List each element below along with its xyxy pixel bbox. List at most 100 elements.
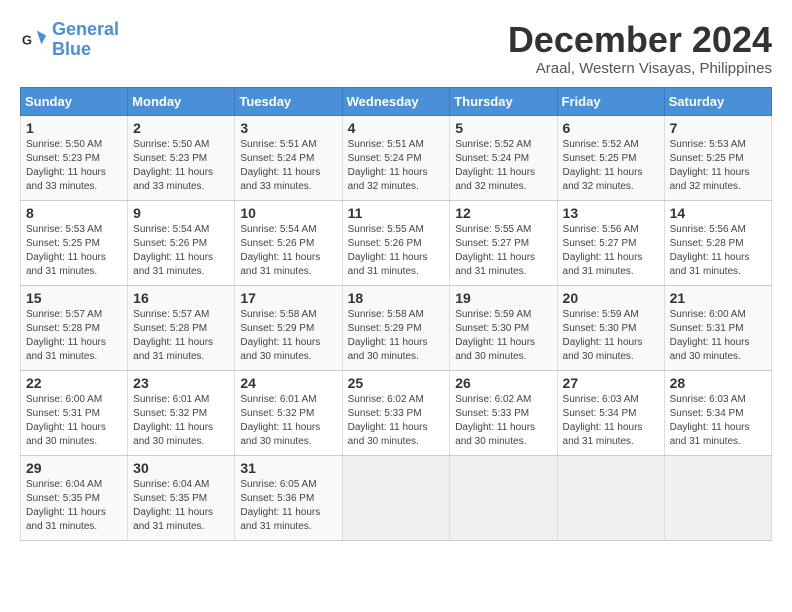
day-number: 3 (240, 120, 336, 136)
calendar-cell: 19 Sunrise: 5:59 AM Sunset: 5:30 PM Dayl… (450, 285, 557, 370)
calendar-cell: 6 Sunrise: 5:52 AM Sunset: 5:25 PM Dayli… (557, 115, 664, 200)
calendar-cell: 4 Sunrise: 5:51 AM Sunset: 5:24 PM Dayli… (342, 115, 450, 200)
calendar-cell: 14 Sunrise: 5:56 AM Sunset: 5:28 PM Dayl… (664, 200, 771, 285)
logo-icon: G (20, 26, 48, 54)
calendar-cell: 13 Sunrise: 5:56 AM Sunset: 5:27 PM Dayl… (557, 200, 664, 285)
day-info: Sunrise: 5:59 AM Sunset: 5:30 PM Dayligh… (455, 308, 551, 364)
logo-line2: Blue (52, 40, 119, 60)
day-number: 10 (240, 205, 336, 221)
calendar-cell: 30 Sunrise: 6:04 AM Sunset: 5:35 PM Dayl… (128, 455, 235, 540)
calendar-cell: 21 Sunrise: 6:00 AM Sunset: 5:31 PM Dayl… (664, 285, 771, 370)
calendar-cell: 2 Sunrise: 5:50 AM Sunset: 5:23 PM Dayli… (128, 115, 235, 200)
day-info: Sunrise: 6:00 AM Sunset: 5:31 PM Dayligh… (670, 308, 766, 364)
day-info: Sunrise: 5:53 AM Sunset: 5:25 PM Dayligh… (26, 223, 122, 279)
calendar-cell: 8 Sunrise: 5:53 AM Sunset: 5:25 PM Dayli… (21, 200, 128, 285)
calendar-cell: 10 Sunrise: 5:54 AM Sunset: 5:26 PM Dayl… (235, 200, 342, 285)
week-row-5: 29 Sunrise: 6:04 AM Sunset: 5:35 PM Dayl… (21, 455, 772, 540)
day-number: 29 (26, 460, 122, 476)
calendar-cell: 17 Sunrise: 5:58 AM Sunset: 5:29 PM Dayl… (235, 285, 342, 370)
day-info: Sunrise: 6:04 AM Sunset: 5:35 PM Dayligh… (133, 478, 229, 534)
day-number: 27 (563, 375, 659, 391)
calendar-cell: 7 Sunrise: 5:53 AM Sunset: 5:25 PM Dayli… (664, 115, 771, 200)
day-info: Sunrise: 5:57 AM Sunset: 5:28 PM Dayligh… (133, 308, 229, 364)
weekday-header-saturday: Saturday (664, 87, 771, 115)
day-info: Sunrise: 5:51 AM Sunset: 5:24 PM Dayligh… (348, 138, 445, 194)
day-number: 18 (348, 290, 445, 306)
day-number: 13 (563, 205, 659, 221)
location-subtitle: Araal, Western Visayas, Philippines (508, 60, 772, 77)
day-info: Sunrise: 5:54 AM Sunset: 5:26 PM Dayligh… (240, 223, 336, 279)
day-number: 1 (26, 120, 122, 136)
day-number: 6 (563, 120, 659, 136)
weekday-header-friday: Friday (557, 87, 664, 115)
logo-line1: General (52, 19, 119, 39)
day-number: 28 (670, 375, 766, 391)
day-info: Sunrise: 5:51 AM Sunset: 5:24 PM Dayligh… (240, 138, 336, 194)
calendar-cell: 3 Sunrise: 5:51 AM Sunset: 5:24 PM Dayli… (235, 115, 342, 200)
day-info: Sunrise: 5:59 AM Sunset: 5:30 PM Dayligh… (563, 308, 659, 364)
day-info: Sunrise: 6:03 AM Sunset: 5:34 PM Dayligh… (563, 393, 659, 449)
day-number: 12 (455, 205, 551, 221)
day-number: 9 (133, 205, 229, 221)
day-number: 24 (240, 375, 336, 391)
calendar-cell: 18 Sunrise: 5:58 AM Sunset: 5:29 PM Dayl… (342, 285, 450, 370)
logo-text: General Blue (52, 20, 119, 60)
day-number: 16 (133, 290, 229, 306)
day-number: 22 (26, 375, 122, 391)
day-info: Sunrise: 5:57 AM Sunset: 5:28 PM Dayligh… (26, 308, 122, 364)
day-number: 19 (455, 290, 551, 306)
day-number: 11 (348, 205, 445, 221)
calendar-cell (664, 455, 771, 540)
day-number: 15 (26, 290, 122, 306)
day-info: Sunrise: 6:04 AM Sunset: 5:35 PM Dayligh… (26, 478, 122, 534)
calendar-cell (557, 455, 664, 540)
calendar-cell: 5 Sunrise: 5:52 AM Sunset: 5:24 PM Dayli… (450, 115, 557, 200)
day-number: 17 (240, 290, 336, 306)
day-info: Sunrise: 5:56 AM Sunset: 5:28 PM Dayligh… (670, 223, 766, 279)
day-number: 30 (133, 460, 229, 476)
calendar-cell: 20 Sunrise: 5:59 AM Sunset: 5:30 PM Dayl… (557, 285, 664, 370)
calendar-cell: 26 Sunrise: 6:02 AM Sunset: 5:33 PM Dayl… (450, 370, 557, 455)
day-number: 5 (455, 120, 551, 136)
calendar-cell (450, 455, 557, 540)
day-info: Sunrise: 5:50 AM Sunset: 5:23 PM Dayligh… (133, 138, 229, 194)
weekday-header-thursday: Thursday (450, 87, 557, 115)
calendar-cell: 23 Sunrise: 6:01 AM Sunset: 5:32 PM Dayl… (128, 370, 235, 455)
day-info: Sunrise: 5:58 AM Sunset: 5:29 PM Dayligh… (240, 308, 336, 364)
week-row-2: 8 Sunrise: 5:53 AM Sunset: 5:25 PM Dayli… (21, 200, 772, 285)
day-info: Sunrise: 5:54 AM Sunset: 5:26 PM Dayligh… (133, 223, 229, 279)
week-row-3: 15 Sunrise: 5:57 AM Sunset: 5:28 PM Dayl… (21, 285, 772, 370)
calendar-cell: 1 Sunrise: 5:50 AM Sunset: 5:23 PM Dayli… (21, 115, 128, 200)
day-info: Sunrise: 5:52 AM Sunset: 5:24 PM Dayligh… (455, 138, 551, 194)
weekday-header-row: SundayMondayTuesdayWednesdayThursdayFrid… (21, 87, 772, 115)
day-info: Sunrise: 5:50 AM Sunset: 5:23 PM Dayligh… (26, 138, 122, 194)
day-info: Sunrise: 6:05 AM Sunset: 5:36 PM Dayligh… (240, 478, 336, 534)
week-row-1: 1 Sunrise: 5:50 AM Sunset: 5:23 PM Dayli… (21, 115, 772, 200)
calendar-cell: 28 Sunrise: 6:03 AM Sunset: 5:34 PM Dayl… (664, 370, 771, 455)
day-info: Sunrise: 6:03 AM Sunset: 5:34 PM Dayligh… (670, 393, 766, 449)
day-number: 21 (670, 290, 766, 306)
calendar-cell: 16 Sunrise: 5:57 AM Sunset: 5:28 PM Dayl… (128, 285, 235, 370)
calendar-cell: 31 Sunrise: 6:05 AM Sunset: 5:36 PM Dayl… (235, 455, 342, 540)
calendar-cell: 15 Sunrise: 5:57 AM Sunset: 5:28 PM Dayl… (21, 285, 128, 370)
day-info: Sunrise: 6:01 AM Sunset: 5:32 PM Dayligh… (240, 393, 336, 449)
weekday-header-wednesday: Wednesday (342, 87, 450, 115)
day-info: Sunrise: 6:02 AM Sunset: 5:33 PM Dayligh… (348, 393, 445, 449)
calendar-cell: 22 Sunrise: 6:00 AM Sunset: 5:31 PM Dayl… (21, 370, 128, 455)
day-number: 4 (348, 120, 445, 136)
week-row-4: 22 Sunrise: 6:00 AM Sunset: 5:31 PM Dayl… (21, 370, 772, 455)
day-info: Sunrise: 5:52 AM Sunset: 5:25 PM Dayligh… (563, 138, 659, 194)
page-header: G General Blue December 2024 Araal, West… (20, 20, 772, 77)
day-number: 2 (133, 120, 229, 136)
weekday-header-sunday: Sunday (21, 87, 128, 115)
logo: G General Blue (20, 20, 119, 60)
weekday-header-monday: Monday (128, 87, 235, 115)
day-number: 8 (26, 205, 122, 221)
day-number: 31 (240, 460, 336, 476)
calendar-cell: 27 Sunrise: 6:03 AM Sunset: 5:34 PM Dayl… (557, 370, 664, 455)
svg-text:G: G (22, 32, 32, 47)
day-number: 20 (563, 290, 659, 306)
calendar-cell: 29 Sunrise: 6:04 AM Sunset: 5:35 PM Dayl… (21, 455, 128, 540)
weekday-header-tuesday: Tuesday (235, 87, 342, 115)
calendar-cell: 12 Sunrise: 5:55 AM Sunset: 5:27 PM Dayl… (450, 200, 557, 285)
